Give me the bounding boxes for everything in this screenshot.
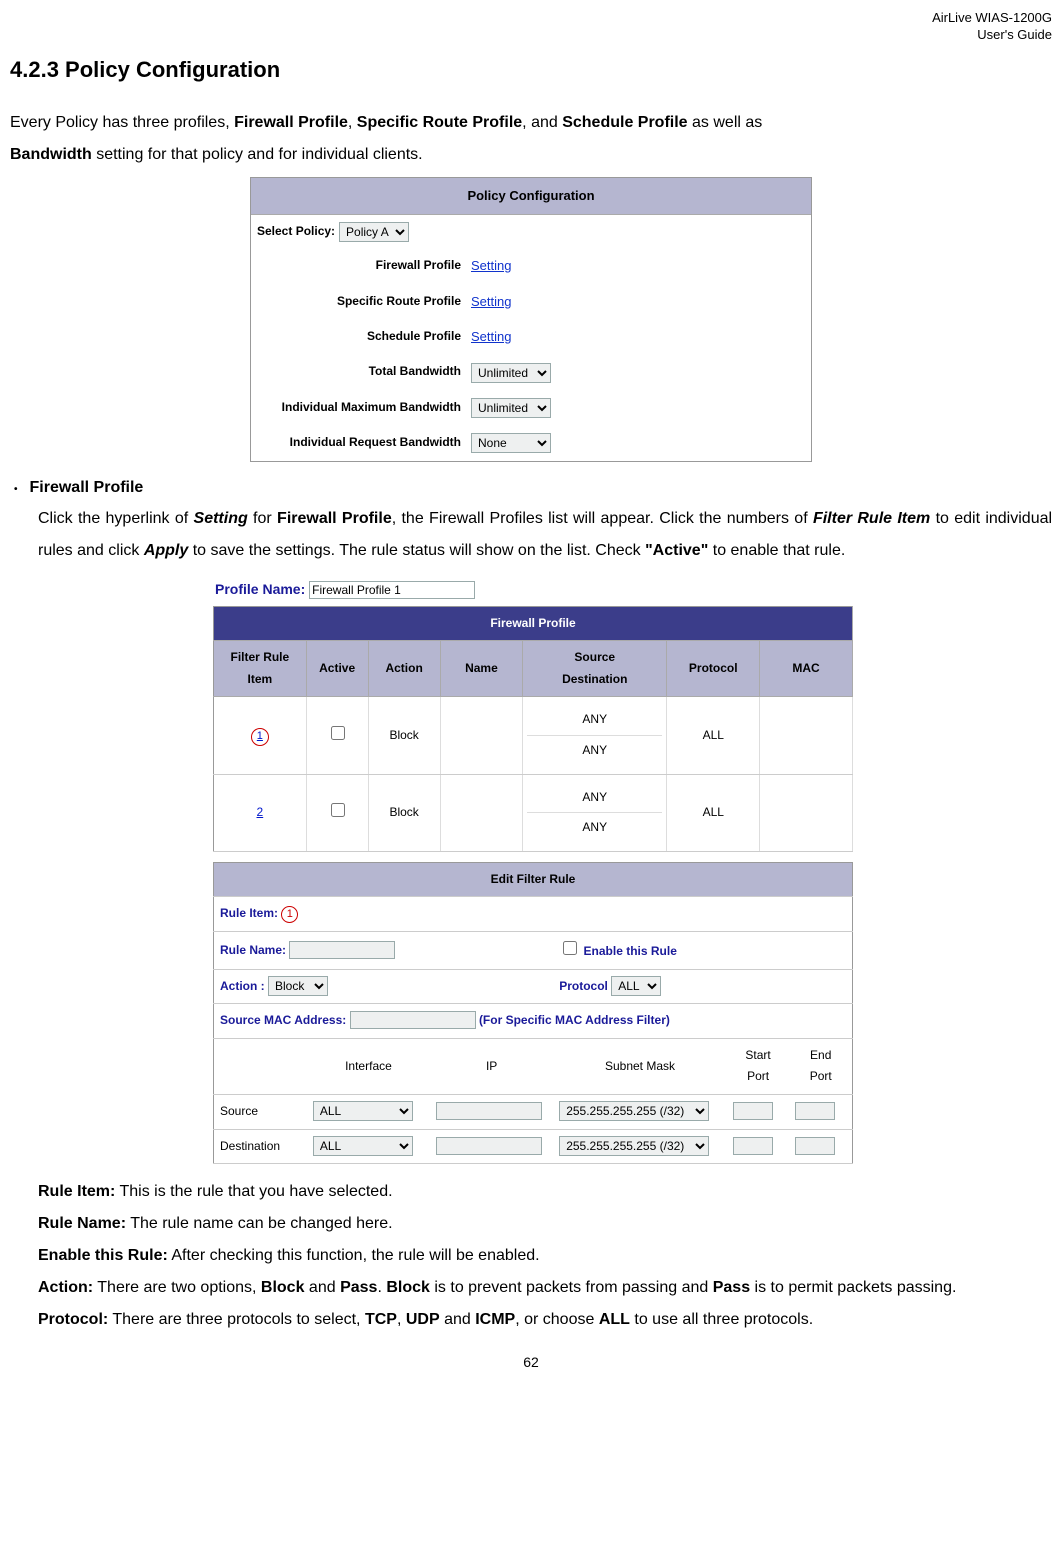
col-src-dst: Source Destination — [523, 641, 667, 697]
firewall-profile-setting-link[interactable]: Setting — [471, 258, 511, 273]
source-start-port-input[interactable] — [733, 1102, 773, 1120]
ind-req-bandwidth-select[interactable]: None — [471, 433, 551, 453]
dest-ip-input[interactable] — [436, 1137, 542, 1155]
active-checkbox-1[interactable] — [331, 726, 345, 740]
action-select[interactable]: Block — [268, 976, 328, 996]
header-line1: AirLive WIAS-1200G — [932, 10, 1052, 25]
protocol-select[interactable]: ALL — [611, 976, 661, 996]
name-cell — [440, 697, 522, 774]
firewall-profile-label: Firewall Profile — [261, 255, 471, 277]
col-end-port: End Port — [789, 1038, 852, 1094]
col-name: Name — [440, 641, 522, 697]
mac-cell — [760, 697, 853, 774]
profile-name-row: Profile Name: — [213, 573, 853, 606]
srcdst-cell: ANYANY — [523, 774, 667, 851]
srcdst-cell: ANYANY — [523, 697, 667, 774]
page-number: 62 — [10, 1350, 1052, 1375]
destination-row-label: Destination — [214, 1129, 307, 1164]
protocol-cell: ALL — [667, 774, 760, 851]
edit-filter-rule-title: Edit Filter Rule — [214, 862, 853, 897]
source-row-label: Source — [214, 1095, 307, 1130]
enable-rule-checkbox[interactable] — [563, 941, 577, 955]
mac-cell — [760, 774, 853, 851]
source-mac-label: Source MAC Address: — [220, 1013, 346, 1027]
rule-item-label: Rule Item: — [220, 906, 278, 920]
enable-rule-label: Enable this Rule — [584, 944, 677, 958]
rule-item-link-1[interactable]: 1 — [251, 728, 269, 746]
source-ip-input[interactable] — [436, 1102, 542, 1120]
select-policy-dropdown[interactable]: Policy A — [339, 222, 409, 242]
mac-filter-note: (For Specific MAC Address Filter) — [479, 1013, 670, 1027]
policy-config-figure: Policy Configuration Select Policy: Poli… — [10, 177, 1052, 461]
action-label: Action : — [220, 979, 265, 993]
firewall-profile-description: Click the hyperlink of Setting for Firew… — [38, 503, 1052, 567]
col-filter-rule-item: Filter Rule Item — [214, 641, 307, 697]
col-start-port: Start Port — [727, 1038, 790, 1094]
source-end-port-input[interactable] — [795, 1102, 835, 1120]
name-cell — [440, 774, 522, 851]
ind-max-bandwidth-select[interactable]: Unlimited — [471, 398, 551, 418]
specific-route-setting-link[interactable]: Setting — [471, 294, 511, 309]
intro-paragraph: Every Policy has three profiles, Firewal… — [10, 107, 1052, 171]
source-interface-select[interactable]: ALL — [313, 1101, 413, 1121]
header-line2: User's Guide — [977, 27, 1052, 42]
col-interface: Interface — [307, 1038, 430, 1094]
source-mask-select[interactable]: 255.255.255.255 (/32) — [559, 1101, 709, 1121]
active-checkbox-2[interactable] — [331, 803, 345, 817]
edit-filter-rule-panel: Edit Filter Rule Rule Item: 1 Rule Name:… — [213, 862, 853, 1164]
rule-item-link-2[interactable]: 2 — [257, 805, 264, 819]
action-cell: Block — [368, 774, 440, 851]
definitions-block: Rule Item: This is the rule that you hav… — [38, 1176, 1052, 1336]
table-row: 1 Block ANYANY ALL — [214, 697, 853, 774]
col-action: Action — [368, 641, 440, 697]
rule-item-value: 1 — [281, 906, 298, 923]
col-active: Active — [306, 641, 368, 697]
policy-select-row: Select Policy: Policy A — [251, 215, 811, 249]
total-bandwidth-label: Total Bandwidth — [261, 361, 471, 383]
ind-req-bandwidth-label: Individual Request Bandwidth — [261, 432, 471, 454]
policy-config-title: Policy Configuration — [251, 178, 811, 214]
schedule-profile-setting-link[interactable]: Setting — [471, 329, 511, 344]
protocol-cell: ALL — [667, 697, 760, 774]
dest-end-port-input[interactable] — [795, 1137, 835, 1155]
firewall-profile-table: Firewall Profile Filter Rule Item Active… — [213, 606, 853, 852]
dest-mask-select[interactable]: 255.255.255.255 (/32) — [559, 1136, 709, 1156]
dest-start-port-input[interactable] — [733, 1137, 773, 1155]
profile-name-input[interactable] — [309, 581, 475, 599]
table-row: 2 Block ANYANY ALL — [214, 774, 853, 851]
col-protocol: Protocol — [667, 641, 760, 697]
specific-route-profile-label: Specific Route Profile — [261, 291, 471, 313]
firewall-profile-heading: Firewall Profile — [30, 479, 144, 496]
col-mac: MAC — [760, 641, 853, 697]
action-cell: Block — [368, 697, 440, 774]
ind-max-bandwidth-label: Individual Maximum Bandwidth — [261, 397, 471, 419]
page-header: AirLive WIAS-1200G User's Guide — [10, 10, 1052, 44]
col-mask: Subnet Mask — [553, 1038, 727, 1094]
col-ip: IP — [430, 1038, 553, 1094]
protocol-label: Protocol — [559, 979, 608, 993]
total-bandwidth-select[interactable]: Unlimited — [471, 363, 551, 383]
source-mac-input[interactable] — [350, 1011, 476, 1029]
section-title: 4.2.3 Policy Configuration — [10, 50, 1052, 90]
rule-name-input[interactable] — [289, 941, 395, 959]
rule-name-label: Rule Name: — [220, 943, 286, 957]
schedule-profile-label: Schedule Profile — [261, 326, 471, 348]
dest-interface-select[interactable]: ALL — [313, 1136, 413, 1156]
select-policy-label: Select Policy: — [257, 221, 335, 243]
firewall-profile-table-title: Firewall Profile — [214, 606, 853, 641]
